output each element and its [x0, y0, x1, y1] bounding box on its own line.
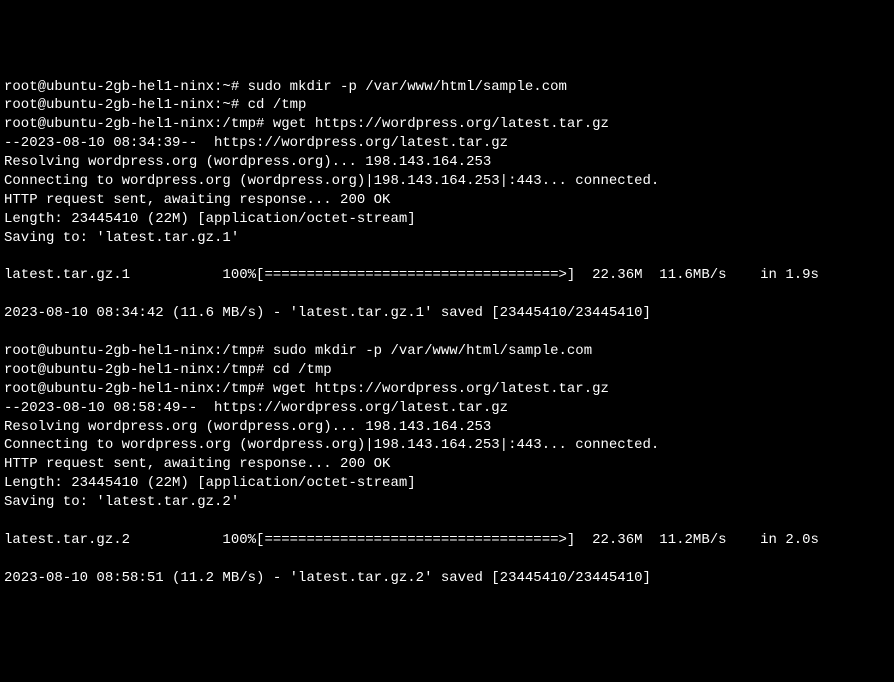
terminal-line	[4, 285, 890, 304]
terminal-line: root@ubuntu-2gb-hel1-ninx:~# sudo mkdir …	[4, 78, 890, 97]
terminal-line: Length: 23445410 (22M) [application/octe…	[4, 210, 890, 229]
terminal-line: latest.tar.gz.1 100%[===================…	[4, 266, 890, 285]
terminal-line: latest.tar.gz.2 100%[===================…	[4, 531, 890, 550]
terminal-line: Resolving wordpress.org (wordpress.org).…	[4, 153, 890, 172]
terminal-line	[4, 512, 890, 531]
terminal-line: --2023-08-10 08:34:39-- https://wordpres…	[4, 134, 890, 153]
terminal-line: 2023-08-10 08:58:51 (11.2 MB/s) - 'lates…	[4, 569, 890, 588]
terminal-output[interactable]: root@ubuntu-2gb-hel1-ninx:~# sudo mkdir …	[4, 78, 890, 588]
terminal-line: --2023-08-10 08:58:49-- https://wordpres…	[4, 399, 890, 418]
terminal-line: Connecting to wordpress.org (wordpress.o…	[4, 172, 890, 191]
terminal-line	[4, 323, 890, 342]
terminal-line: Connecting to wordpress.org (wordpress.o…	[4, 436, 890, 455]
terminal-line: root@ubuntu-2gb-hel1-ninx:/tmp# sudo mkd…	[4, 342, 890, 361]
terminal-line	[4, 248, 890, 267]
terminal-line: root@ubuntu-2gb-hel1-ninx:/tmp# wget htt…	[4, 115, 890, 134]
terminal-line: HTTP request sent, awaiting response... …	[4, 191, 890, 210]
terminal-line: root@ubuntu-2gb-hel1-ninx:/tmp# wget htt…	[4, 380, 890, 399]
terminal-line: Saving to: 'latest.tar.gz.2'	[4, 493, 890, 512]
terminal-line: root@ubuntu-2gb-hel1-ninx:/tmp# cd /tmp	[4, 361, 890, 380]
terminal-line: HTTP request sent, awaiting response... …	[4, 455, 890, 474]
terminal-line: 2023-08-10 08:34:42 (11.6 MB/s) - 'lates…	[4, 304, 890, 323]
terminal-line: Length: 23445410 (22M) [application/octe…	[4, 474, 890, 493]
terminal-line	[4, 550, 890, 569]
terminal-line: Saving to: 'latest.tar.gz.1'	[4, 229, 890, 248]
terminal-line: Resolving wordpress.org (wordpress.org).…	[4, 418, 890, 437]
terminal-line: root@ubuntu-2gb-hel1-ninx:~# cd /tmp	[4, 96, 890, 115]
